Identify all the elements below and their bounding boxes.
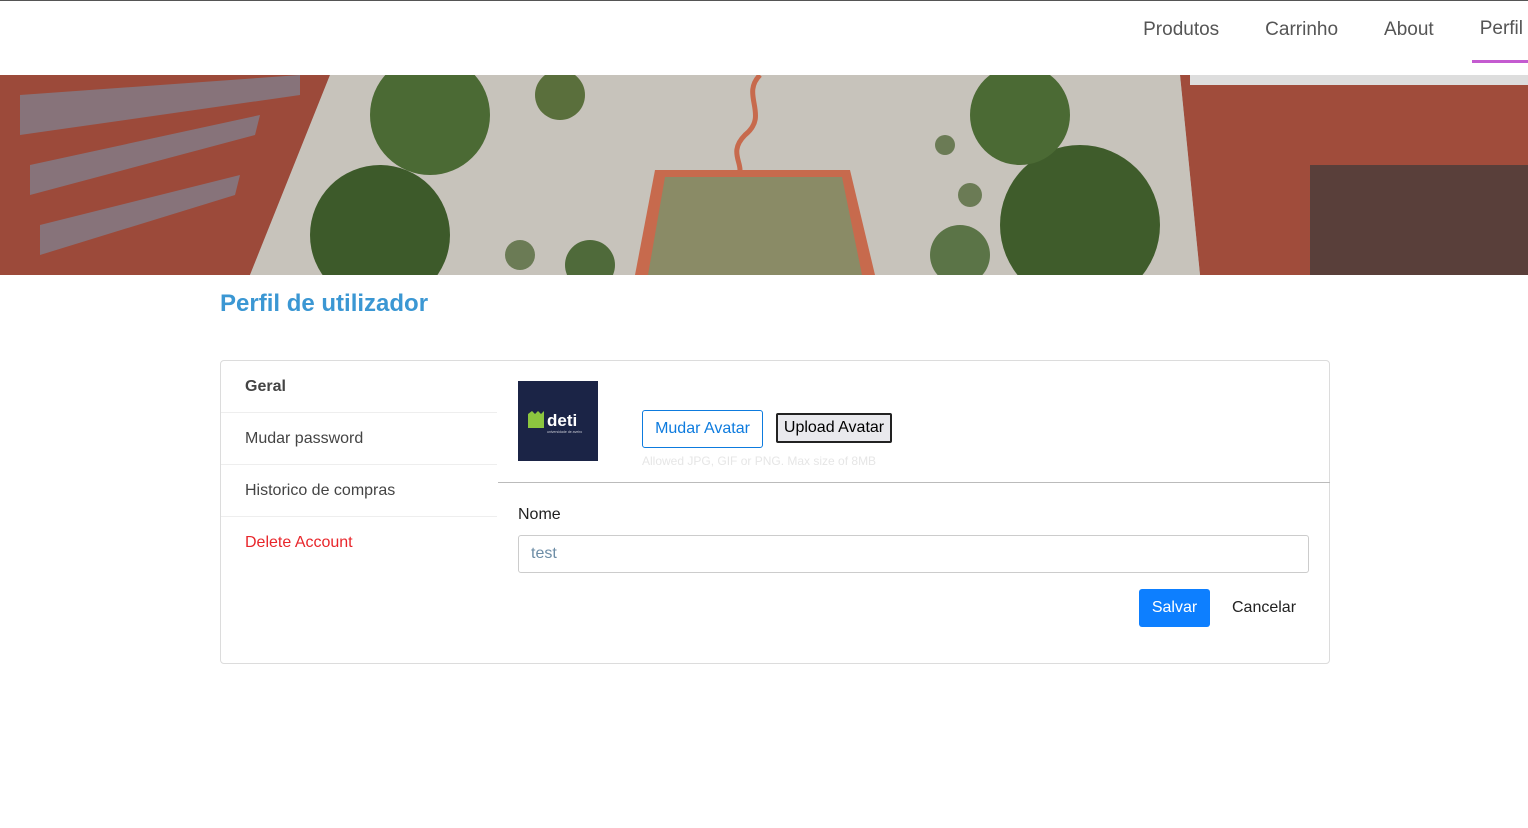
nav-about[interactable]: About [1361,1,1457,63]
deti-logo: deti universidade de aveiro [528,411,582,434]
deti-logo-text: deti [547,411,577,430]
avatar-hint: Allowed JPG, GIF or PNG. Max size of 8MB [642,454,877,468]
campus-banner-illustration [0,75,1528,275]
nav-carrinho[interactable]: Carrinho [1242,1,1361,63]
top-navbar: Produtos Carrinho About Perfil [0,0,1528,75]
name-label: Nome [518,506,561,523]
save-button[interactable]: Salvar [1139,589,1210,627]
nav-carrinho-label: Carrinho [1265,19,1339,40]
change-avatar-button[interactable]: Mudar Avatar [642,410,763,448]
profile-sidebar: Geral Mudar password Historico de compra… [221,361,497,569]
sidebar-item-geral[interactable]: Geral [221,361,497,413]
cancel-button[interactable]: Cancelar [1220,589,1308,627]
nav-produtos[interactable]: Produtos [1120,1,1242,63]
section-divider [498,482,1330,483]
sidebar-item-mudar-password[interactable]: Mudar password [221,413,497,465]
sidebar-item-delete-account[interactable]: Delete Account [221,517,497,569]
campus-banner-image [0,75,1528,275]
profile-card: Geral Mudar password Historico de compra… [220,360,1330,664]
page-title: Perfil de utilizador [220,290,429,317]
nav-perfil-label: Perfil [1479,17,1523,39]
main-nav: Produtos Carrinho About Perfil [1120,1,1528,76]
sidebar-item-historico[interactable]: Historico de compras [221,465,497,517]
deti-logo-subtext: universidade de aveiro [547,430,582,434]
name-input[interactable]: test [518,535,1309,573]
nav-about-label: About [1384,19,1434,40]
avatar: deti universidade de aveiro [518,381,598,461]
nav-perfil[interactable]: Perfil [1471,1,1528,63]
upload-avatar-button[interactable]: Upload Avatar [776,413,892,443]
nav-produtos-label: Produtos [1143,19,1220,40]
